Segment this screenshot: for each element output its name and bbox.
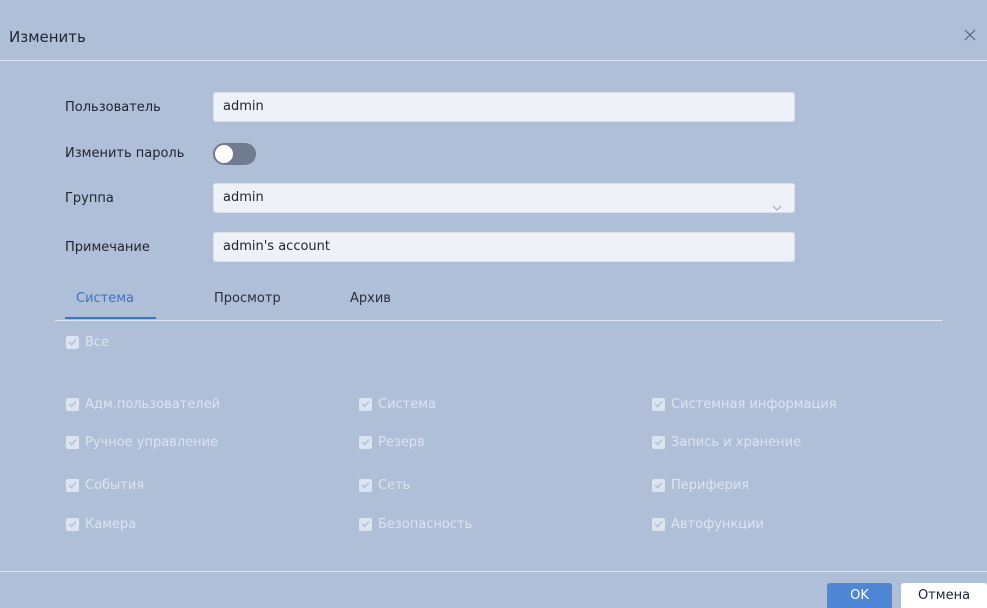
footer-divider — [0, 571, 987, 572]
perm-all-label: Все — [85, 334, 110, 350]
perm-label: Запись и хранение — [671, 434, 802, 450]
perm-checkbox[interactable]: Резерв — [359, 433, 425, 451]
tab-archive[interactable]: Архив — [350, 291, 391, 306]
checkbox-checked-icon — [66, 397, 79, 411]
perm-label: Безопасность — [378, 516, 473, 532]
perm-checkbox[interactable]: Камера — [66, 515, 136, 533]
dialog-header: Изменить — [0, 0, 987, 61]
perm-checkbox[interactable]: Запись и хранение — [652, 433, 801, 451]
tab-system[interactable]: Система — [76, 291, 134, 306]
checkbox-checked-icon — [359, 397, 372, 411]
tab-preview[interactable]: Просмотр — [214, 291, 281, 306]
checkbox-checked-icon — [66, 335, 79, 349]
active-tab-indicator — [65, 317, 156, 319]
perm-checkbox[interactable]: Безопасность — [359, 515, 472, 533]
perm-checkbox[interactable]: События — [66, 476, 144, 494]
perm-label: Камера — [85, 516, 137, 532]
perm-checkbox[interactable]: Системная информация — [652, 395, 837, 413]
note-value: admin's account — [223, 239, 331, 254]
change-password-label: Изменить пароль — [65, 146, 185, 161]
perm-checkbox[interactable]: Периферия — [652, 476, 749, 494]
perm-label: Автофункции — [671, 516, 764, 532]
perm-label: Периферия — [671, 477, 750, 493]
chevron-down-icon — [772, 195, 782, 211]
note-field[interactable]: admin's account — [213, 232, 795, 262]
checkbox-checked-icon — [359, 478, 372, 492]
edit-user-dialog: Изменить Пользователь admin Изменить пар… — [0, 0, 987, 608]
checkbox-checked-icon — [652, 435, 665, 449]
perm-checkbox[interactable]: Система — [359, 395, 436, 413]
dialog-title: Изменить — [9, 28, 86, 46]
note-label: Примечание — [65, 240, 150, 255]
user-field[interactable]: admin — [213, 92, 795, 122]
ok-button[interactable]: OK — [827, 583, 892, 608]
checkbox-checked-icon — [652, 517, 665, 531]
perm-label: Система — [378, 396, 437, 412]
group-value: admin — [223, 190, 264, 205]
close-icon[interactable] — [963, 28, 977, 42]
perm-label: События — [85, 477, 145, 493]
group-select[interactable]: admin — [213, 183, 795, 213]
change-password-toggle[interactable] — [213, 143, 256, 165]
checkbox-checked-icon — [359, 517, 372, 531]
perm-label: Адм.пользователей — [85, 396, 221, 412]
user-value: admin — [223, 99, 264, 114]
perm-label: Системная информация — [671, 396, 837, 412]
perm-checkbox[interactable]: Ручное управление — [66, 433, 218, 451]
perm-label: Сеть — [378, 477, 411, 493]
perm-all-checkbox[interactable]: Все — [66, 333, 109, 351]
checkbox-checked-icon — [652, 397, 665, 411]
cancel-button[interactable]: Отмена — [901, 583, 987, 608]
user-label: Пользователь — [65, 100, 161, 115]
toggle-knob — [215, 145, 233, 163]
perm-checkbox[interactable]: Сеть — [359, 476, 410, 494]
checkbox-checked-icon — [652, 478, 665, 492]
perm-label: Резерв — [378, 434, 425, 450]
perm-checkbox[interactable]: Автофункции — [652, 515, 764, 533]
checkbox-checked-icon — [66, 478, 79, 492]
checkbox-checked-icon — [359, 435, 372, 449]
perm-checkbox[interactable]: Адм.пользователей — [66, 395, 220, 413]
group-label: Группа — [65, 191, 114, 206]
checkbox-checked-icon — [66, 435, 79, 449]
permission-tabs: Система Просмотр Архив — [55, 286, 942, 321]
checkbox-checked-icon — [66, 517, 79, 531]
perm-label: Ручное управление — [85, 434, 219, 450]
